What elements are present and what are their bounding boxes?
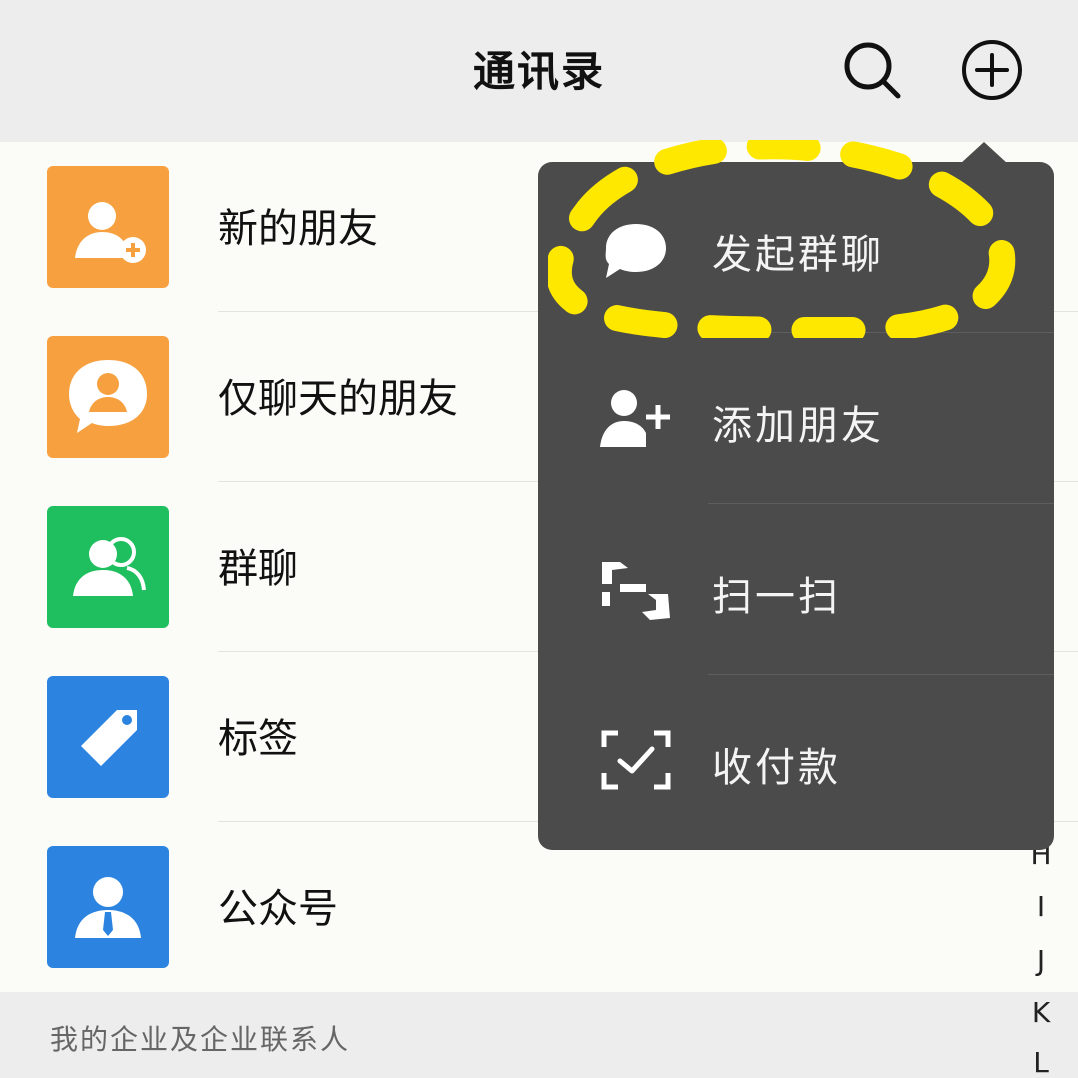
- index-letter-l[interactable]: L: [1028, 1046, 1054, 1078]
- contact-label: 仅聊天的朋友: [218, 376, 458, 422]
- search-button[interactable]: [840, 38, 904, 102]
- group-chat-icon: [47, 506, 169, 628]
- menu-item-label: 收付款: [712, 745, 841, 791]
- new-friend-icon: [47, 166, 169, 288]
- menu-item-label: 添加朋友: [712, 403, 884, 449]
- contact-label: 标签: [218, 716, 298, 762]
- index-letter-i[interactable]: I: [1028, 890, 1054, 923]
- search-icon: [844, 42, 901, 99]
- official-account-icon: [47, 846, 169, 968]
- section-label: 我的企业及企业联系人: [50, 1023, 351, 1056]
- contact-label: 公众号: [218, 886, 338, 932]
- menu-item-label: 扫一扫: [712, 574, 841, 620]
- plus-circle-icon: [962, 40, 1022, 100]
- tag-icon: [47, 676, 169, 798]
- add-menu: 发起群聊 添加朋友 扫一扫 收付款: [538, 162, 1054, 850]
- section-header: 我的企业及企业联系人: [0, 992, 1078, 1078]
- top-bar: 通讯录: [0, 0, 1078, 142]
- menu-item-add-friend[interactable]: 添加朋友: [538, 333, 1054, 504]
- index-letter-j[interactable]: J: [1028, 944, 1054, 977]
- contact-label: 群聊: [218, 546, 298, 592]
- payment-icon: [598, 725, 674, 795]
- scan-icon: [598, 554, 674, 624]
- index-letter-k[interactable]: K: [1028, 996, 1054, 1029]
- menu-item-label: 发起群聊: [712, 232, 884, 278]
- menu-item-scan[interactable]: 扫一扫: [538, 504, 1054, 675]
- menu-item-payment[interactable]: 收付款: [538, 675, 1054, 846]
- contact-label: 新的朋友: [218, 206, 378, 252]
- add-friend-icon: [598, 383, 674, 453]
- menu-item-start-group-chat[interactable]: 发起群聊: [538, 162, 1054, 333]
- contacts-page: 通讯录 新的朋友 仅聊天的朋友 群聊 标签 公众号 我的企业及企业联系人 H I…: [0, 0, 1078, 1078]
- chat-only-friend-icon: [47, 336, 169, 458]
- page-title: 通讯录: [472, 47, 605, 96]
- chat-bubble-icon: [598, 212, 674, 282]
- add-button[interactable]: [960, 38, 1024, 102]
- menu-pointer: [960, 142, 1008, 164]
